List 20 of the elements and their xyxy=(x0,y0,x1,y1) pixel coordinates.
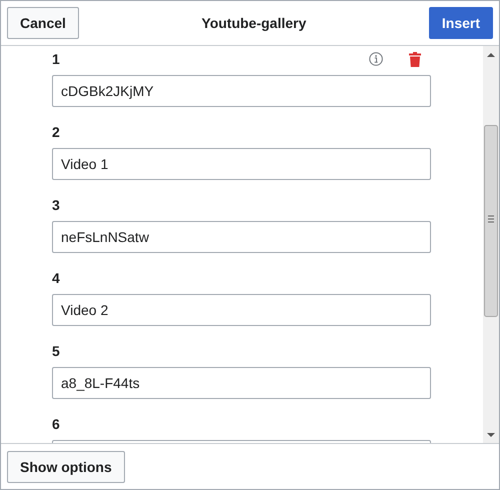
text-input[interactable]: Video 2 xyxy=(52,294,431,326)
text-input[interactable]: Video 1 xyxy=(52,148,431,180)
scroll-up-icon[interactable] xyxy=(487,52,495,58)
field-label: 5 xyxy=(52,343,61,359)
trash-icon[interactable] xyxy=(409,52,421,66)
show-options-button[interactable]: Show options xyxy=(7,450,125,482)
insert-button[interactable]: Insert xyxy=(428,7,493,39)
text-input[interactable]: neFsLnNSatw xyxy=(52,221,431,253)
scrollbar-thumb[interactable] xyxy=(484,125,498,317)
field-label: 4 xyxy=(52,270,61,286)
field-label: 2 xyxy=(52,124,61,140)
info-icon[interactable] xyxy=(369,52,383,66)
field-label: 6 xyxy=(52,416,61,432)
text-input[interactable]: cDGBk2JKjMY xyxy=(52,75,431,107)
dialog-title: Youtube-gallery xyxy=(202,15,306,31)
field-label: 3 xyxy=(52,197,61,213)
text-input[interactable]: a8_8L-F44ts xyxy=(52,367,431,399)
field-label: 1 xyxy=(52,51,61,67)
scroll-down-icon[interactable] xyxy=(487,432,495,438)
cancel-button[interactable]: Cancel xyxy=(7,7,79,39)
